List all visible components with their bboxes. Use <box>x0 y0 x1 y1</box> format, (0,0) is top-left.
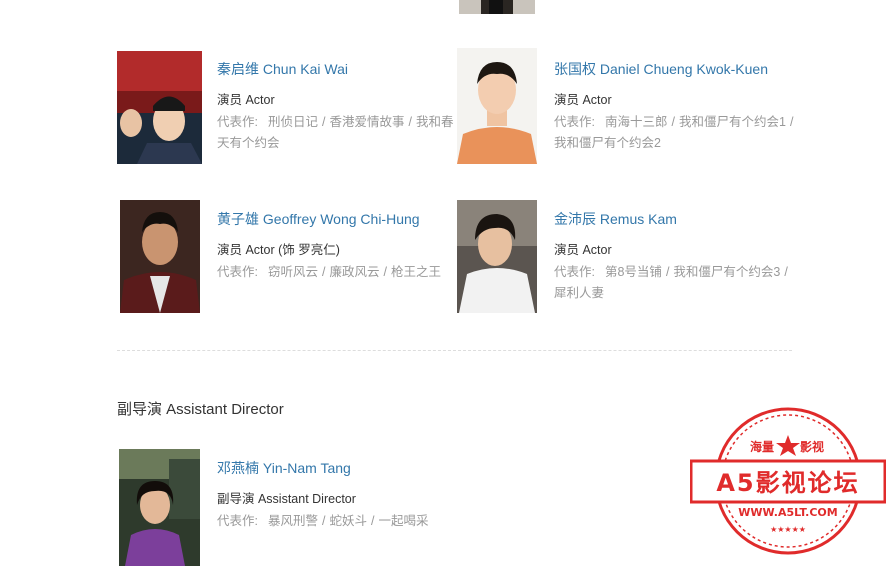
work-link[interactable]: 犀利人妻 <box>554 286 604 300</box>
star-icon <box>776 435 800 456</box>
work-link[interactable]: 一起喝采 <box>378 514 428 528</box>
work-link[interactable]: 第8号当铺 <box>605 265 662 279</box>
cast-works-1: 代表作: 南海十三郎 / 我和僵尸有个约会1/我和僵尸有个约会2 <box>554 115 794 150</box>
watermark-top-left: 海量 <box>750 439 774 454</box>
cast-works-2: 代表作: 窃听风云 / 廉政风云 / 枪王之王 <box>217 265 441 279</box>
work-link[interactable]: 蛇妖斗 <box>329 514 367 528</box>
work-link[interactable]: 窃听风云 <box>268 265 318 279</box>
cast-role-2: 演员 Actor (饰 罗亮仁) <box>217 243 340 257</box>
crew-name-0[interactable]: 邓燕楠 Yin-Nam Tang <box>217 458 351 478</box>
watermark-url: WWW.A5LT.COM <box>738 506 837 519</box>
works-label: 代表作: <box>554 265 595 279</box>
cast-role-0: 演员 Actor <box>217 93 275 107</box>
top-partial-photo[interactable] <box>459 0 535 14</box>
works-label: 代表作: <box>217 115 258 129</box>
cast-role-3: 演员 Actor <box>554 243 612 257</box>
crew-role-0: 副导演 Assistant Director <box>217 492 356 506</box>
work-link[interactable]: 暴风刑警 <box>268 514 318 528</box>
cast-works-3: 代表作: 第8号当铺 / 我和僵尸有个约会3/犀利人妻 <box>554 265 788 300</box>
works-label: 代表作: <box>217 265 258 279</box>
works-label: 代表作: <box>554 115 595 129</box>
watermark-stars: ★★★★★ <box>770 525 806 534</box>
work-link[interactable]: 我和僵尸有个约会1 <box>679 115 786 129</box>
work-link[interactable]: 香港爱情故事 <box>329 115 404 129</box>
cast-name-3[interactable]: 金沛辰 Remus Kam <box>554 209 677 229</box>
crew-photo-yin-nam-tang[interactable] <box>119 449 200 566</box>
cast-role-1: 演员 Actor <box>554 93 612 107</box>
section-divider <box>117 350 792 351</box>
work-link[interactable]: 我和僵尸有个约会3 <box>673 265 780 279</box>
work-link[interactable]: 枪王之王 <box>391 265 441 279</box>
cast-photo-geoffrey-wong[interactable] <box>120 200 200 313</box>
crew-works-0: 代表作: 暴风刑警 / 蛇妖斗 / 一起喝采 <box>217 514 429 528</box>
watermark-top-right: 影视 <box>800 439 824 454</box>
cast-photo-remus-kam[interactable] <box>457 200 537 313</box>
cast-works-0: 代表作: 刑侦日记 / 香港爱情故事 / 我和春天有个约会 <box>217 115 454 150</box>
work-link[interactable]: 廉政风云 <box>329 265 379 279</box>
work-link[interactable]: 南海十三郎 <box>605 115 668 129</box>
watermark-stamp: 海量 影视 A5影视论坛 WWW.A5LT.COM ★★★★★ <box>689 406 887 556</box>
cast-name-0[interactable]: 秦启维 Chun Kai Wai <box>217 59 348 79</box>
work-link[interactable]: 我和僵尸有个约会2 <box>554 136 661 150</box>
cast-photo-daniel-chueng[interactable] <box>457 48 537 164</box>
watermark-main: A5影视论坛 <box>716 469 859 497</box>
works-label: 代表作: <box>217 514 258 528</box>
cast-name-1[interactable]: 张国权 Daniel Chueng Kwok-Kuen <box>554 59 768 79</box>
cast-photo-chun-kai-wai[interactable] <box>117 51 202 164</box>
section-title-assistant-director: 副导演 Assistant Director <box>117 401 284 418</box>
work-link[interactable]: 刑侦日记 <box>268 115 318 129</box>
cast-name-2[interactable]: 黄子雄 Geoffrey Wong Chi-Hung <box>217 209 420 229</box>
